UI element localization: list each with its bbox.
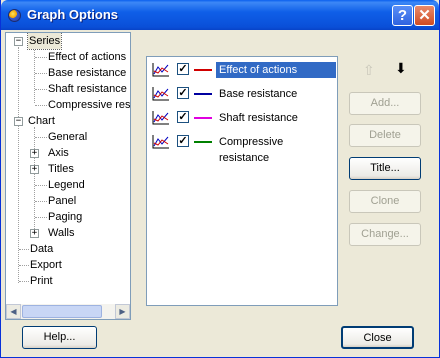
horizontal-scrollbar[interactable]: ◀ ▶: [6, 304, 130, 319]
scroll-right-icon[interactable]: ▶: [115, 304, 130, 319]
series-row[interactable]: ✓ Base resistance: [150, 84, 334, 104]
line-chart-icon: [152, 63, 169, 77]
tree-line: [19, 249, 29, 250]
series-checkbox[interactable]: ✓: [177, 63, 189, 75]
tree-node-label[interactable]: Shaft resistance: [48, 81, 127, 97]
tree-line: [35, 105, 47, 106]
move-up-icon[interactable]: ⇧: [363, 62, 375, 79]
series-label[interactable]: Shaft resistance: [216, 110, 301, 126]
tree-node-label[interactable]: Chart: [28, 113, 55, 129]
tree-line: [34, 127, 35, 231]
tree-node-label[interactable]: Walls: [48, 225, 74, 241]
delete-button[interactable]: Delete: [349, 124, 421, 147]
series-color-swatch: [194, 69, 212, 71]
graph-options-dialog: Graph Options ? ✕ − Series Effect of act…: [0, 0, 440, 358]
tree-line: [35, 201, 47, 202]
tree-line: [19, 265, 29, 266]
series-row[interactable]: ✓ Shaft resistance: [150, 108, 334, 128]
tree-node-label[interactable]: Axis: [48, 145, 69, 161]
tree-node-axis[interactable]: + Axis: [30, 145, 110, 161]
title-button[interactable]: Title...: [349, 157, 421, 180]
options-tree[interactable]: − Series Effect of actions Base resistan…: [5, 32, 131, 320]
expand-icon[interactable]: +: [30, 149, 39, 158]
help-icon[interactable]: ?: [392, 5, 413, 26]
series-color-swatch: [194, 141, 212, 143]
tree-node-walls[interactable]: + Walls: [30, 225, 110, 241]
close-icon[interactable]: ✕: [414, 5, 435, 26]
expand-icon[interactable]: +: [30, 229, 39, 238]
tree-line: [35, 217, 47, 218]
window-title: Graph Options: [27, 7, 118, 22]
series-color-swatch: [194, 93, 212, 95]
series-label[interactable]: Effect of actions: [216, 62, 336, 78]
series-row[interactable]: ✓ Effect of actions: [150, 60, 336, 80]
add-button[interactable]: Add...: [349, 92, 421, 115]
help-button[interactable]: Help...: [22, 326, 97, 349]
line-chart-icon: [152, 135, 169, 149]
tree-line: [19, 281, 29, 282]
tree-node-label[interactable]: Legend: [48, 177, 85, 193]
tree-node-label[interactable]: Panel: [48, 193, 76, 209]
move-down-icon[interactable]: ⬇: [395, 60, 407, 77]
app-icon: [8, 9, 21, 22]
tree-node-label[interactable]: Base resistance: [48, 65, 126, 81]
tree-line: [35, 57, 47, 58]
tree-node-label[interactable]: Data: [30, 241, 53, 257]
tree-line: [34, 47, 35, 103]
line-chart-icon: [152, 87, 169, 101]
collapse-icon[interactable]: −: [14, 117, 23, 126]
tree-node-titles[interactable]: + Titles: [30, 161, 110, 177]
tree-node-series[interactable]: − Series: [6, 33, 130, 50]
tree-line: [35, 89, 47, 90]
series-label[interactable]: Compressive resistance: [216, 134, 334, 164]
scroll-left-icon[interactable]: ◀: [6, 304, 21, 319]
change-button[interactable]: Change...: [349, 223, 421, 246]
series-checkbox[interactable]: ✓: [177, 135, 189, 147]
tree-node-label[interactable]: General: [48, 129, 87, 145]
series-list[interactable]: ✓ Effect of actions ✓ Base resistance ✓ …: [146, 56, 338, 306]
tree-node-label[interactable]: Print: [30, 273, 53, 289]
tree-line: [35, 137, 47, 138]
tree-line: [18, 47, 19, 283]
close-button[interactable]: Close: [341, 326, 414, 349]
tree-line: [35, 73, 47, 74]
tree-node-label[interactable]: Effect of actions: [48, 49, 126, 65]
series-row[interactable]: ✓ Compressive resistance: [150, 132, 334, 164]
series-color-swatch: [194, 117, 212, 119]
line-chart-icon: [152, 111, 169, 125]
tree-node-chart[interactable]: − Chart: [6, 113, 130, 129]
expand-icon[interactable]: +: [30, 165, 39, 174]
tree-node-label[interactable]: Series: [26, 33, 63, 50]
series-label[interactable]: Base resistance: [216, 86, 300, 102]
series-checkbox[interactable]: ✓: [177, 87, 189, 99]
scrollbar-thumb[interactable]: [22, 305, 102, 318]
title-bar[interactable]: Graph Options ? ✕: [1, 0, 439, 30]
tree-line: [35, 185, 47, 186]
clone-button[interactable]: Clone: [349, 190, 421, 213]
tree-node-label[interactable]: Paging: [48, 209, 82, 225]
tree-node-label[interactable]: Titles: [48, 161, 74, 177]
tree-node-label[interactable]: Compressive resi: [48, 97, 130, 113]
tree-node-label[interactable]: Export: [30, 257, 62, 273]
series-checkbox[interactable]: ✓: [177, 111, 189, 123]
collapse-icon[interactable]: −: [14, 37, 23, 46]
